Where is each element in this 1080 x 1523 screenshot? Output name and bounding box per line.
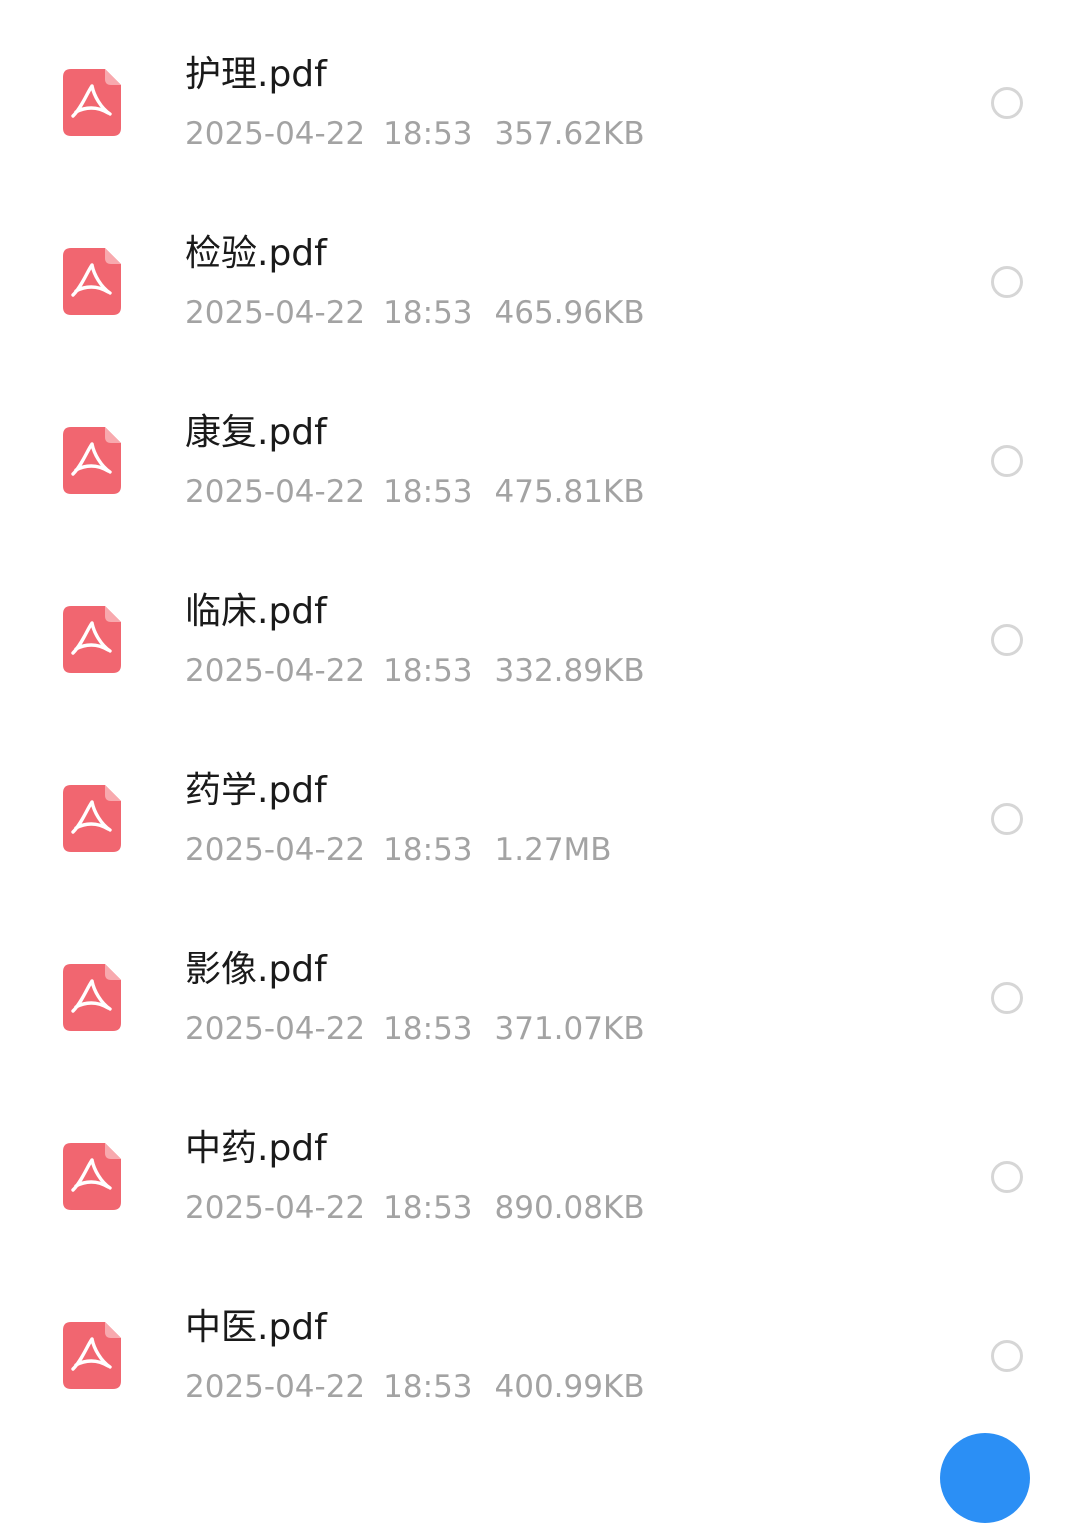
file-date: 2025-04-22 [185,116,366,152]
file-meta: 2025-04-22 18:53 1.27MB [185,830,612,870]
file-date: 2025-04-22 [185,653,366,689]
file-date: 2025-04-22 [185,1011,366,1047]
file-name: 药学.pdf [185,770,327,811]
select-radio[interactable] [991,803,1023,835]
file-size: 1.27MB [494,832,612,868]
select-radio[interactable] [991,1161,1023,1193]
file-name: 中医.pdf [185,1307,327,1348]
file-time: 18:53 [383,653,473,689]
file-date: 2025-04-22 [185,295,366,331]
file-meta: 2025-04-22 18:53 371.07KB [185,1009,645,1049]
pdf-icon [63,69,121,136]
file-size: 400.99KB [494,1369,645,1405]
file-list-item[interactable]: 护理.pdf 2025-04-22 18:53 357.62KB [0,13,1080,192]
select-radio[interactable] [991,982,1023,1014]
select-radio[interactable] [991,1340,1023,1372]
pdf-icon [63,606,121,673]
file-list-item[interactable]: 检验.pdf 2025-04-22 18:53 465.96KB [0,192,1080,371]
file-time: 18:53 [383,295,473,331]
file-size: 475.81KB [494,474,645,510]
file-list-item[interactable]: 药学.pdf 2025-04-22 18:53 1.27MB [0,729,1080,908]
file-list-item[interactable]: 影像.pdf 2025-04-22 18:53 371.07KB [0,908,1080,1087]
select-radio[interactable] [991,87,1023,119]
file-name: 康复.pdf [185,412,327,453]
file-time: 18:53 [383,1190,473,1226]
file-date: 2025-04-22 [185,1369,366,1405]
file-name: 中药.pdf [185,1128,327,1169]
file-date: 2025-04-22 [185,474,366,510]
file-name: 临床.pdf [185,591,327,632]
file-size: 371.07KB [494,1011,645,1047]
pdf-icon [63,964,121,1031]
file-meta: 2025-04-22 18:53 357.62KB [185,114,645,154]
file-date: 2025-04-22 [185,832,366,868]
file-size: 465.96KB [494,295,645,331]
pdf-icon [63,785,121,852]
file-meta: 2025-04-22 18:53 332.89KB [185,651,645,691]
pdf-icon [63,248,121,315]
file-size: 357.62KB [494,116,645,152]
file-size: 332.89KB [494,653,645,689]
file-meta: 2025-04-22 18:53 890.08KB [185,1188,645,1228]
file-time: 18:53 [383,1011,473,1047]
pdf-icon [63,1143,121,1210]
file-name: 检验.pdf [185,233,327,274]
pdf-icon [63,427,121,494]
file-time: 18:53 [383,474,473,510]
file-time: 18:53 [383,116,473,152]
file-time: 18:53 [383,832,473,868]
file-list: 护理.pdf 2025-04-22 18:53 357.62KB 检验.pdf 20… [0,13,1080,1445]
file-list-item[interactable]: 临床.pdf 2025-04-22 18:53 332.89KB [0,550,1080,729]
file-meta: 2025-04-22 18:53 475.81KB [185,472,645,512]
pdf-icon [63,1322,121,1389]
file-meta: 2025-04-22 18:53 400.99KB [185,1367,645,1407]
file-name: 影像.pdf [185,949,327,990]
file-meta: 2025-04-22 18:53 465.96KB [185,293,645,333]
file-date: 2025-04-22 [185,1190,366,1226]
file-list-item[interactable]: 康复.pdf 2025-04-22 18:53 475.81KB [0,371,1080,550]
select-radio[interactable] [991,445,1023,477]
select-radio[interactable] [991,266,1023,298]
file-list-item[interactable]: 中医.pdf 2025-04-22 18:53 400.99KB [0,1266,1080,1445]
file-size: 890.08KB [494,1190,645,1226]
file-list-item[interactable]: 中药.pdf 2025-04-22 18:53 890.08KB [0,1087,1080,1266]
select-radio[interactable] [991,624,1023,656]
file-time: 18:53 [383,1369,473,1405]
file-name: 护理.pdf [185,54,327,95]
floating-action-button[interactable] [940,1433,1030,1523]
